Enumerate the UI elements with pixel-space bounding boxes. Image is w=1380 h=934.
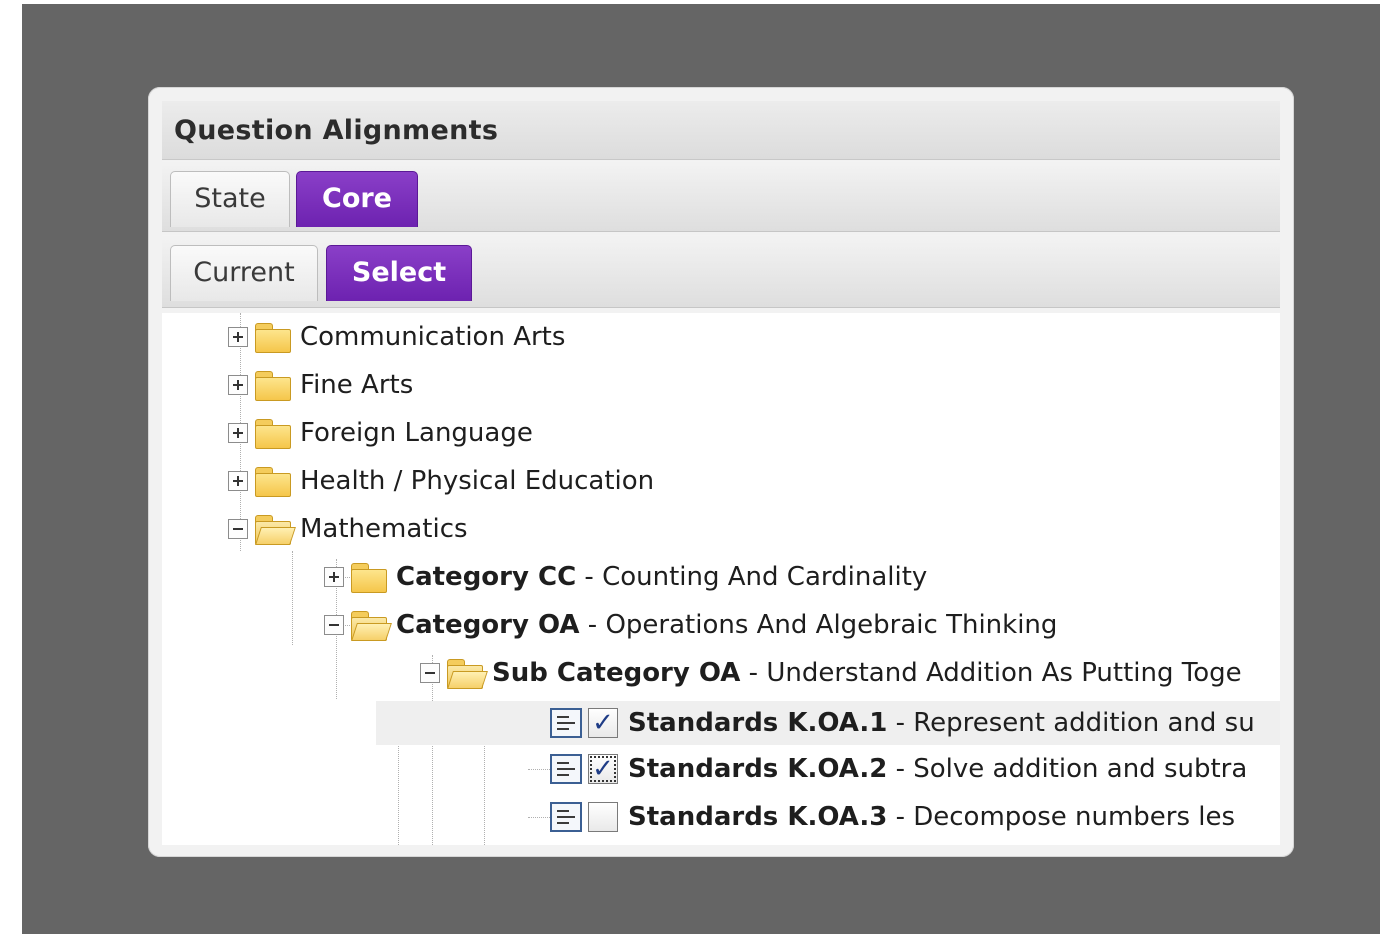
standard-checkbox[interactable]: ✓ [588, 708, 618, 738]
tree-node-label[interactable]: Health / Physical Education [300, 466, 654, 496]
tree-node-communication-arts[interactable]: Communication Arts [228, 317, 565, 357]
tree-node-label[interactable]: Fine Arts [300, 370, 413, 400]
standard-name: Represent addition and su [913, 708, 1255, 738]
plus-expander-icon[interactable] [324, 567, 344, 587]
label-separator: - [887, 754, 914, 784]
subcategory-name: Understand Addition As Putting Toge [766, 658, 1242, 688]
tree-node-foreign-language[interactable]: Foreign Language [228, 413, 533, 453]
primary-tab-bar: State Core [162, 161, 1280, 232]
tree-node-label[interactable]: Mathematics [300, 514, 468, 544]
plus-expander-icon[interactable] [228, 375, 248, 395]
label-separator: - [887, 802, 914, 832]
tree-guide-line [528, 769, 550, 770]
tree-node-standard-koa2[interactable]: ✓ Standards K.OA.2 - Solve addition and … [550, 749, 1247, 789]
tree-node-category-cc[interactable]: Category CC - Counting And Cardinality [324, 557, 927, 597]
standard-list-icon [550, 708, 582, 738]
label-separator: - [887, 708, 914, 738]
category-code: Category CC [396, 562, 577, 592]
tree-node-category-oa[interactable]: Category OA - Operations And Algebraic T… [324, 605, 1057, 645]
folder-icon [254, 514, 296, 545]
tab-select[interactable]: Select [326, 245, 472, 301]
tree-guide-line [292, 551, 293, 645]
tree-node-label[interactable]: Category CC - Counting And Cardinality [396, 562, 927, 592]
subcategory-code: Sub Category OA [492, 658, 741, 688]
standard-name: Solve addition and subtra [913, 754, 1248, 784]
tab-state[interactable]: State [170, 171, 290, 227]
plus-expander-icon[interactable] [228, 471, 248, 491]
tree-node-label[interactable]: Communication Arts [300, 322, 565, 352]
folder-icon [350, 610, 392, 641]
tree-node-fine-arts[interactable]: Fine Arts [228, 365, 413, 405]
minus-expander-icon[interactable] [324, 615, 344, 635]
plus-expander-icon[interactable] [228, 423, 248, 443]
folder-icon [446, 658, 488, 689]
label-separator: - [576, 562, 603, 592]
minus-expander-icon[interactable] [228, 519, 248, 539]
tree-node-standard-koa1[interactable]: ✓ Standards K.OA.1 - Represent addition … [376, 701, 1280, 745]
standard-code: Standards K.OA.3 [628, 802, 888, 832]
folder-icon [254, 370, 292, 401]
category-code: Category OA [396, 610, 580, 640]
tree-node-label[interactable]: Standards K.OA.3 - Decompose numbers les [628, 802, 1235, 832]
folder-icon [254, 418, 292, 449]
tab-core[interactable]: Core [296, 171, 418, 227]
standard-checkbox[interactable] [588, 802, 618, 832]
folder-icon [254, 466, 292, 497]
standard-code: Standards K.OA.2 [628, 754, 888, 784]
tree-node-label[interactable]: Foreign Language [300, 418, 533, 448]
plus-expander-icon[interactable] [228, 327, 248, 347]
tree-node-health-physical-education[interactable]: Health / Physical Education [228, 461, 654, 501]
tree-node-label[interactable]: Category OA - Operations And Algebraic T… [396, 610, 1057, 640]
tab-current[interactable]: Current [170, 245, 318, 301]
standard-name: Decompose numbers les [913, 802, 1236, 832]
tree-node-label[interactable]: Sub Category OA - Understand Addition As… [492, 658, 1242, 688]
category-name: Operations And Algebraic Thinking [605, 610, 1058, 640]
standard-checkbox[interactable]: ✓ [588, 754, 618, 784]
standard-list-icon [550, 754, 582, 784]
standard-code: Standards K.OA.1 [628, 708, 888, 738]
standard-list-icon [550, 802, 582, 832]
folder-icon [254, 322, 292, 353]
tree-node-sub-category-oa[interactable]: Sub Category OA - Understand Addition As… [420, 653, 1242, 693]
minus-expander-icon[interactable] [420, 663, 440, 683]
tree-guide-line [528, 817, 550, 818]
label-separator: - [579, 610, 606, 640]
tree-node-standard-koa3[interactable]: Standards K.OA.3 - Decompose numbers les [550, 797, 1235, 837]
tree-node-label[interactable]: Standards K.OA.1 - Represent addition an… [628, 708, 1255, 738]
secondary-tab-bar: Current Select [162, 235, 1280, 308]
alignment-tree: Communication Arts Fine Arts Foreign Lan… [162, 313, 1280, 845]
question-alignments-panel: Question Alignments State Core Current S… [148, 87, 1294, 857]
tree-node-label[interactable]: Standards K.OA.2 - Solve addition and su… [628, 754, 1247, 784]
label-separator: - [740, 658, 767, 688]
panel-title: Question Alignments [174, 115, 499, 146]
panel-header: Question Alignments [162, 101, 1280, 160]
tree-node-mathematics[interactable]: Mathematics [228, 509, 468, 549]
folder-icon [350, 562, 388, 593]
category-name: Counting And Cardinality [602, 562, 928, 592]
